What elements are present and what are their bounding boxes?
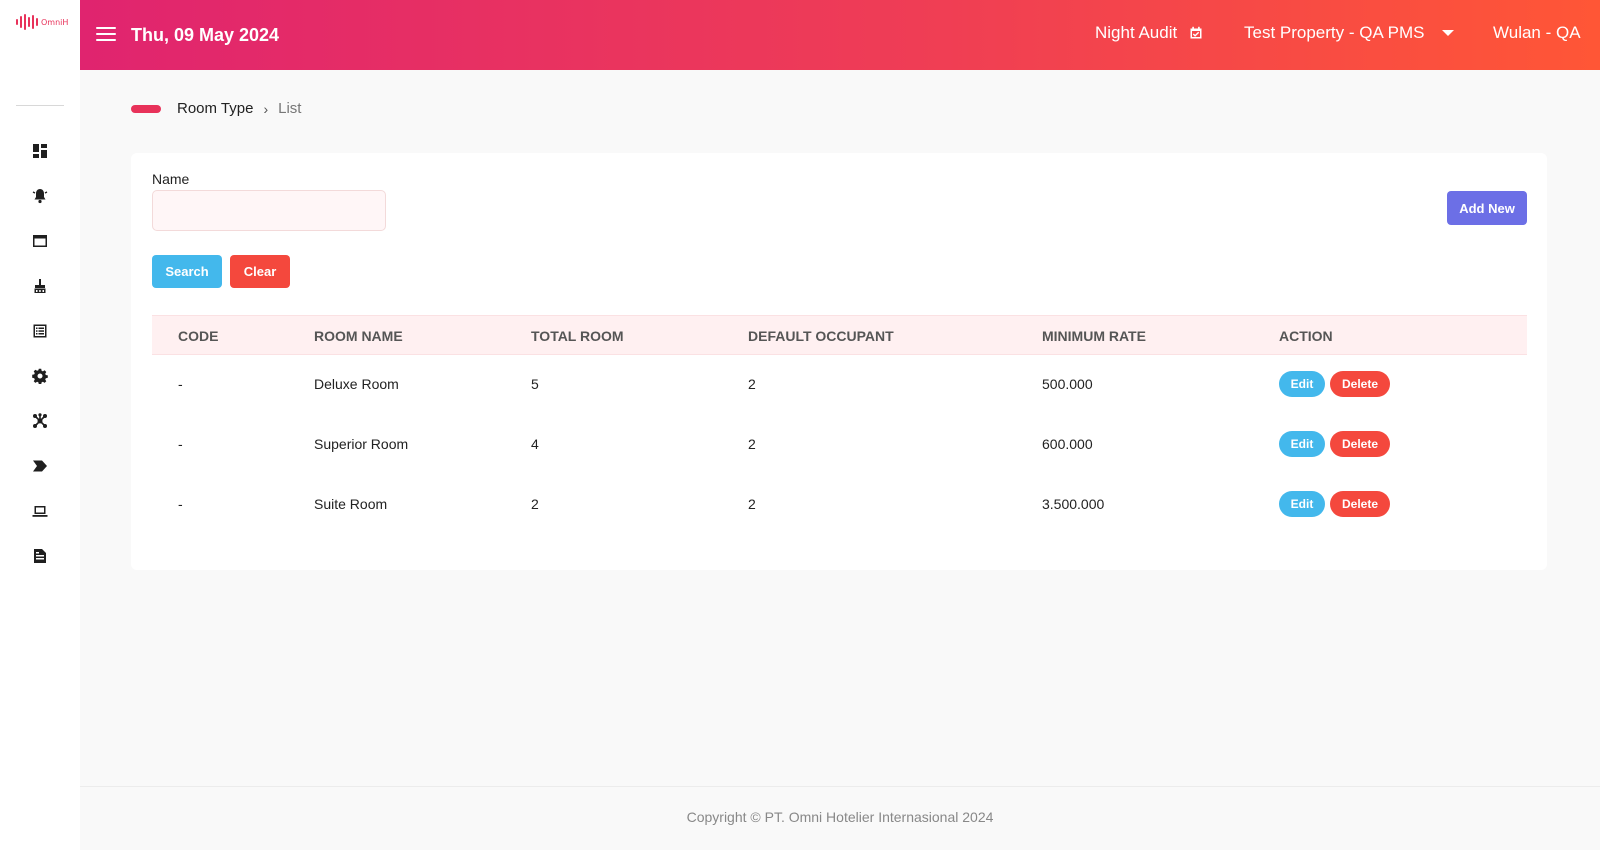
chevron-tag-icon [33, 460, 47, 471]
sidebar-item-dashboard[interactable] [0, 128, 80, 173]
network-icon [33, 412, 47, 428]
sidebar-item-list[interactable] [0, 308, 80, 353]
clear-button[interactable]: Clear [230, 255, 290, 288]
calendar-check-icon [1190, 26, 1202, 39]
window-icon [33, 234, 47, 247]
sidebar-item-window[interactable] [0, 218, 80, 263]
table-header: CODE ROOM NAME TOTAL ROOM DEFAULT OCCUPA… [152, 315, 1527, 355]
sidebar-item-housekeeping[interactable] [0, 263, 80, 308]
document-icon [34, 548, 46, 563]
cell-total-room: 2 [531, 496, 539, 512]
night-audit-button[interactable]: Night Audit [1095, 23, 1203, 43]
name-label: Name [152, 171, 190, 187]
row-actions: Edit Delete [1279, 491, 1390, 517]
sidebar-item-settings[interactable] [0, 353, 80, 398]
room-type-card: Name Search Clear Add New CODE ROOM NAME… [131, 153, 1547, 570]
user-menu[interactable]: Wulan - QA [1493, 23, 1581, 43]
edit-button[interactable]: Edit [1279, 371, 1325, 397]
column-header-total-room: TOTAL ROOM [531, 328, 624, 344]
header-date: Thu, 09 May 2024 [131, 25, 280, 45]
table-row: - Deluxe Room 5 2 500.000 Edit Delete [152, 355, 1527, 415]
table-row: - Suite Room 2 2 3.500.000 Edit Delete [152, 475, 1527, 535]
hamburger-menu-icon[interactable] [96, 27, 116, 43]
sidebar-nav [0, 128, 80, 578]
edit-button[interactable]: Edit [1279, 491, 1325, 517]
sidebar-item-notifications[interactable] [0, 173, 80, 218]
delete-button[interactable]: Delete [1330, 431, 1390, 457]
name-filter-input[interactable] [152, 190, 386, 231]
cell-default-occupant: 2 [748, 496, 756, 512]
cell-code: - [178, 376, 183, 392]
logo-text: OmniH [41, 17, 69, 27]
delete-button[interactable]: Delete [1330, 371, 1390, 397]
edit-button[interactable]: Edit [1279, 431, 1325, 457]
cell-minimum-rate: 3.500.000 [1042, 496, 1105, 512]
copyright-text: Copyright © PT. Omni Hotelier Internasio… [686, 809, 994, 825]
cell-minimum-rate: 500.000 [1042, 376, 1093, 392]
cell-room-name: Superior Room [314, 436, 409, 452]
top-header: Thu, 09 May 2024 Night Audit Test Proper… [80, 0, 1600, 70]
sidebar: OmniH [0, 0, 80, 850]
column-header-action: ACTION [1279, 328, 1333, 344]
cell-total-room: 5 [531, 376, 539, 392]
delete-button[interactable]: Delete [1330, 491, 1390, 517]
search-button[interactable]: Search [152, 255, 222, 288]
cell-room-name: Deluxe Room [314, 376, 399, 392]
breadcrumb: Room Type › List [131, 100, 301, 117]
cell-total-room: 4 [531, 436, 539, 452]
column-header-code: CODE [178, 328, 219, 344]
property-name: Test Property - QA PMS [1244, 23, 1425, 42]
bell-icon [32, 188, 48, 203]
omnih-logo[interactable]: OmniH [16, 14, 68, 30]
breadcrumb-chevron-icon: › [263, 100, 269, 117]
cell-room-name: Suite Room [314, 496, 388, 512]
breadcrumb-marker [131, 104, 161, 113]
laptop-icon [32, 505, 48, 517]
cell-code: - [178, 496, 183, 512]
column-header-minimum-rate: MINIMUM RATE [1042, 328, 1146, 344]
sidebar-item-tag[interactable] [0, 443, 80, 488]
footer: Copyright © PT. Omni Hotelier Internasio… [80, 786, 1600, 850]
row-actions: Edit Delete [1279, 371, 1390, 397]
logo-mark-icon [16, 14, 38, 30]
cell-default-occupant: 2 [748, 376, 756, 392]
breadcrumb-current: List [278, 100, 302, 117]
cell-minimum-rate: 600.000 [1042, 436, 1093, 452]
broom-icon [34, 278, 46, 293]
caret-down-icon [1442, 30, 1455, 36]
column-header-room-name: ROOM NAME [314, 328, 403, 344]
sidebar-item-laptop[interactable] [0, 488, 80, 533]
table-row: - Superior Room 4 2 600.000 Edit Delete [152, 415, 1527, 475]
dashboard-icon [33, 143, 47, 158]
add-new-button[interactable]: Add New [1447, 191, 1527, 225]
sidebar-divider [16, 105, 64, 106]
list-icon [33, 324, 47, 337]
row-actions: Edit Delete [1279, 431, 1390, 457]
property-selector[interactable]: Test Property - QA PMS [1244, 23, 1455, 43]
room-type-table: CODE ROOM NAME TOTAL ROOM DEFAULT OCCUPA… [152, 315, 1527, 535]
cell-code: - [178, 436, 183, 452]
breadcrumb-room-type[interactable]: Room Type [177, 100, 253, 117]
sidebar-item-network[interactable] [0, 398, 80, 443]
sidebar-item-documents[interactable] [0, 533, 80, 578]
column-header-default-occupant: DEFAULT OCCUPANT [748, 328, 894, 344]
cell-default-occupant: 2 [748, 436, 756, 452]
night-audit-label: Night Audit [1095, 23, 1178, 42]
gear-icon [32, 368, 48, 384]
